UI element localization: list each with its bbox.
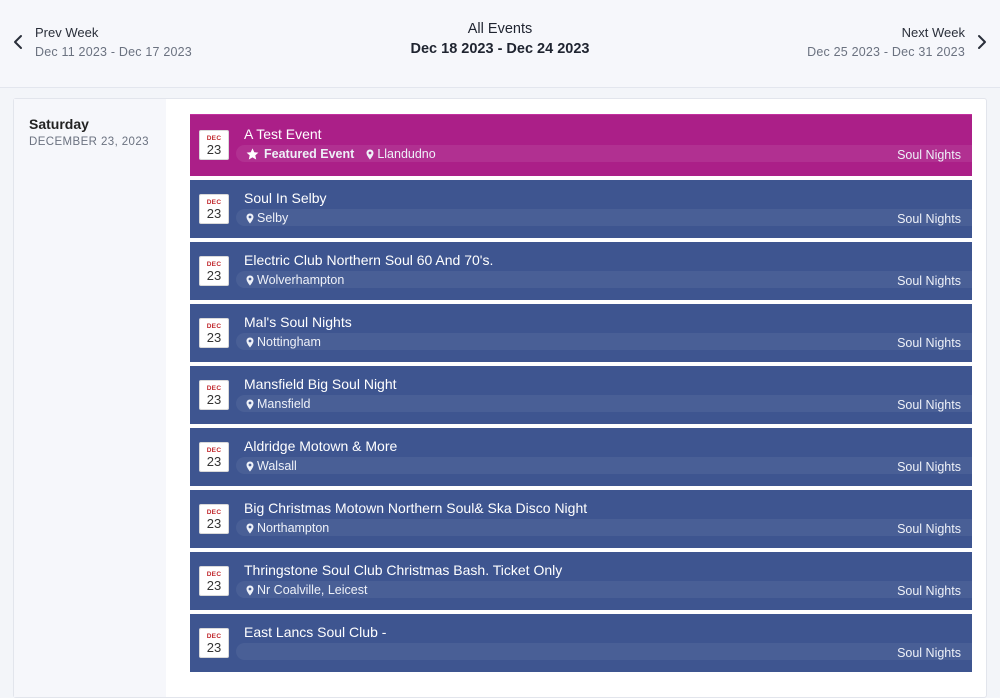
current-week-heading: All Events Dec 18 2023 - Dec 24 2023 <box>300 20 700 59</box>
event-row[interactable]: DEC 23 Soul In Selby Selby Soul Nights <box>190 180 972 238</box>
event-day: 23 <box>206 268 222 283</box>
event-category[interactable]: Soul Nights <box>897 646 961 660</box>
event-title[interactable]: Electric Club Northern Soul 60 And 70's. <box>244 252 493 268</box>
event-title[interactable]: Thringstone Soul Club Christmas Bash. Ti… <box>244 562 562 578</box>
event-day: 23 <box>206 330 222 345</box>
event-location: Mansfield <box>257 397 311 411</box>
event-title[interactable]: Mansfield Big Soul Night <box>244 376 397 392</box>
featured-label: Featured Event <box>264 147 355 161</box>
calendar-date-icon: DEC 23 <box>199 256 229 286</box>
event-category[interactable]: Soul Nights <box>897 584 961 598</box>
next-week-range: Dec 25 2023 - Dec 31 2023 <box>807 45 965 59</box>
event-day: 23 <box>206 142 222 157</box>
event-title[interactable]: Mal's Soul Nights <box>244 314 352 330</box>
event-meta: Mansfield <box>246 397 311 411</box>
day-column: Saturday DECEMBER 23, 2023 <box>14 99 166 697</box>
event-location: Wolverhampton <box>257 273 345 287</box>
event-meta: Featured Event Llandudno <box>246 147 436 161</box>
event-title[interactable]: East Lancs Soul Club - <box>244 624 386 640</box>
event-row-band <box>236 333 972 350</box>
prev-week-button[interactable]: Prev Week Dec 11 2023 - Dec 17 2023 <box>10 24 192 61</box>
current-week-range: Dec 18 2023 - Dec 24 2023 <box>410 41 590 57</box>
map-marker-icon <box>366 149 374 160</box>
event-location: Nr Coalville, Leicest <box>257 583 368 597</box>
event-meta: Wolverhampton <box>246 273 344 287</box>
event-location: Walsall <box>257 459 297 473</box>
day-date: DECEMBER 23, 2023 <box>29 136 149 148</box>
chevron-left-icon <box>10 34 26 50</box>
event-category[interactable]: Soul Nights <box>897 522 961 536</box>
event-location: Northampton <box>257 521 330 535</box>
prev-week-range: Dec 11 2023 - Dec 17 2023 <box>35 45 192 59</box>
event-title[interactable]: A Test Event <box>244 126 322 142</box>
event-category[interactable]: Soul Nights <box>897 274 961 288</box>
event-category[interactable]: Soul Nights <box>897 336 961 350</box>
chevron-right-icon <box>974 34 990 50</box>
event-row-band <box>236 643 972 660</box>
calendar-date-icon: DEC 23 <box>199 194 229 224</box>
event-row-band <box>236 395 972 412</box>
events-panel: Saturday DECEMBER 23, 2023 DEC 23 A Test E… <box>13 98 987 698</box>
event-location: Nottingham <box>257 335 321 349</box>
event-row[interactable]: DEC 23 Aldridge Motown & More Walsall Soul N… <box>190 428 972 486</box>
next-week-label: Next Week <box>901 25 965 40</box>
event-day: 23 <box>206 516 222 531</box>
event-row-band <box>236 457 972 474</box>
calendar-date-icon: DEC 23 <box>199 130 229 160</box>
event-meta: Nr Coalville, Leicest <box>246 583 367 597</box>
featured-event-row[interactable]: DEC 23 A Test Event Featured Event Llandudno… <box>190 114 972 176</box>
event-category[interactable]: Soul Nights <box>897 148 961 162</box>
map-marker-icon <box>246 399 254 410</box>
map-marker-icon <box>246 275 254 286</box>
event-day: 23 <box>206 640 222 655</box>
calendar-date-icon: DEC 23 <box>199 566 229 596</box>
event-title[interactable]: Aldridge Motown & More <box>244 438 397 454</box>
event-title[interactable]: Big Christmas Motown Northern Soul& Ska … <box>244 500 587 516</box>
event-row[interactable]: DEC 23 East Lancs Soul Club - Soul Nights <box>190 614 972 672</box>
calendar-date-icon: DEC 23 <box>199 318 229 348</box>
event-row-band <box>236 271 972 288</box>
week-navigation-bar: Prev Week Dec 11 2023 - Dec 17 2023 All … <box>0 0 1000 88</box>
event-row[interactable]: DEC 23 Electric Club Northern Soul 60 And … <box>190 242 972 300</box>
prev-week-label: Prev Week <box>35 25 99 40</box>
calendar-date-icon: DEC 23 <box>199 442 229 472</box>
event-day: 23 <box>206 392 222 407</box>
event-meta: Walsall <box>246 459 297 473</box>
map-marker-icon <box>246 523 254 534</box>
calendar-date-icon: DEC 23 <box>199 504 229 534</box>
event-category[interactable]: Soul Nights <box>897 212 961 226</box>
event-location: Llandudno <box>377 147 436 161</box>
event-row-band <box>236 519 972 536</box>
event-meta: Selby <box>246 211 288 225</box>
map-marker-icon <box>246 213 254 224</box>
calendar-date-icon: DEC 23 <box>199 380 229 410</box>
event-row[interactable]: DEC 23 Mansfield Big Soul Night Mansfield So… <box>190 366 972 424</box>
event-row[interactable]: DEC 23 Big Christmas Motown Northern Soul&… <box>190 490 972 548</box>
day-name: Saturday <box>29 116 89 132</box>
event-location: Selby <box>257 211 289 225</box>
event-day: 23 <box>206 206 222 221</box>
event-category[interactable]: Soul Nights <box>897 460 961 474</box>
event-day: 23 <box>206 454 222 469</box>
star-icon <box>246 148 264 160</box>
event-category[interactable]: Soul Nights <box>897 398 961 412</box>
page-title: All Events <box>467 21 533 37</box>
map-marker-icon <box>246 337 254 348</box>
calendar-date-icon: DEC 23 <box>199 628 229 658</box>
event-row[interactable]: DEC 23 Mal's Soul Nights Nottingham Soul Nig… <box>190 304 972 362</box>
map-marker-icon <box>246 461 254 472</box>
event-day: 23 <box>206 578 222 593</box>
featured-badge: Featured Event <box>246 147 354 161</box>
event-title[interactable]: Soul In Selby <box>244 190 327 206</box>
event-row-band <box>236 209 972 226</box>
event-meta: Nottingham <box>246 335 321 349</box>
event-meta: Northampton <box>246 521 329 535</box>
map-marker-icon <box>246 585 254 596</box>
next-week-button[interactable]: Next Week Dec 25 2023 - Dec 31 2023 <box>807 24 990 61</box>
event-list: DEC 23 A Test Event Featured Event Llandudno… <box>190 114 972 676</box>
event-row[interactable]: DEC 23 Thringstone Soul Club Christmas Bas… <box>190 552 972 610</box>
